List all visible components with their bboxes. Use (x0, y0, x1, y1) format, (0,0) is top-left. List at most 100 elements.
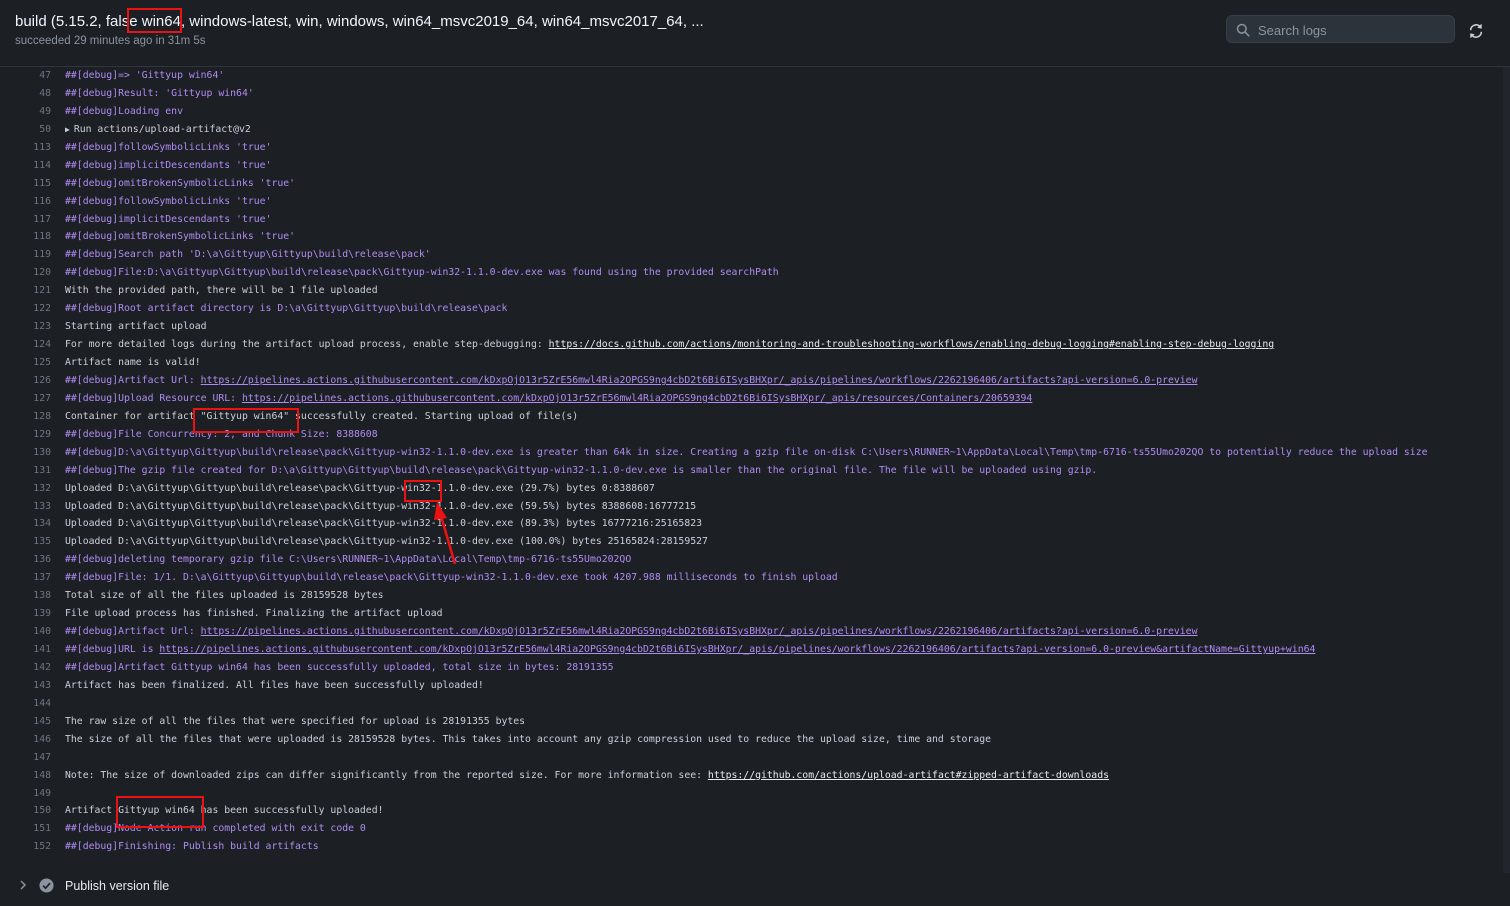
line-number[interactable]: 149 (0, 785, 51, 803)
line-number[interactable]: 113 (0, 139, 51, 157)
log-line: 120 ##[debug]File:D:\a\Gittyup\Gittyup\bu… (0, 264, 1510, 282)
log-message: The size of all the files that were uplo… (65, 733, 992, 745)
log-line: 147 (0, 749, 1510, 767)
log-text: ##[debug]=> 'Gittyup win64' (65, 67, 224, 85)
refresh-icon (1469, 23, 1483, 39)
line-number[interactable]: 126 (0, 372, 51, 390)
log-line: 132 Uploaded D:\a\Gittyup\Gittyup\build\r… (0, 480, 1510, 498)
check-circle-icon (39, 878, 54, 893)
log-text: Container for artifact "Gittyup win64" s… (65, 408, 578, 426)
line-number[interactable]: 122 (0, 300, 51, 318)
log-line: 135 Uploaded D:\a\Gittyup\Gittyup\build\r… (0, 533, 1510, 551)
line-number[interactable]: 138 (0, 587, 51, 605)
log-text: The size of all the files that were uplo… (65, 731, 991, 749)
line-number[interactable]: 130 (0, 444, 51, 462)
line-number[interactable]: 140 (0, 623, 51, 641)
log-message: ##[debug]URL is (65, 644, 160, 655)
log-message: With the provided path, there will be 1 … (65, 285, 378, 297)
line-number[interactable]: 127 (0, 390, 51, 408)
log-line: 114 ##[debug]implicitDescendants 'true' (0, 157, 1510, 175)
line-number[interactable]: 137 (0, 569, 51, 587)
log-text: Starting artifact upload (65, 318, 207, 336)
line-number[interactable]: 134 (0, 515, 51, 533)
log-line: 131 ##[debug]The gzip file created for D:… (0, 462, 1510, 480)
log-link[interactable]: https://docs.github.com/actions/monitori… (549, 339, 1274, 350)
log-line: 138 Total size of all the files uploaded … (0, 587, 1510, 605)
line-number[interactable]: 117 (0, 211, 51, 229)
log-link[interactable]: https://pipelines.actions.githubusercont… (201, 626, 1198, 637)
log-text: Uploaded D:\a\Gittyup\Gittyup\build\rele… (65, 515, 702, 533)
line-number[interactable]: 50 (0, 121, 51, 139)
line-number[interactable]: 151 (0, 820, 51, 838)
log-line[interactable]: 50 ▶ Run actions/upload-artifact@v2 (0, 121, 1510, 139)
line-number[interactable]: 124 (0, 336, 51, 354)
expand-triangle-icon[interactable]: ▶ (65, 125, 70, 134)
log-message: Run actions/upload-artifact@v2 (73, 123, 251, 135)
line-number[interactable]: 49 (0, 103, 51, 121)
log-message: ##[debug]The gzip file created for D:\a\… (65, 464, 1098, 476)
log-text: ##[debug]D:\a\Gittyup\Gittyup\build\rele… (65, 444, 1428, 462)
log-text: Artifact has been finalized. All files h… (65, 677, 484, 695)
log-message: ##[debug]Root artifact directory is D:\a… (65, 303, 508, 315)
job-title: build (5.15.2, false win64, windows-late… (15, 13, 704, 30)
line-number[interactable]: 125 (0, 354, 51, 372)
line-number[interactable]: 123 (0, 318, 51, 336)
line-number[interactable]: 148 (0, 767, 51, 785)
line-number[interactable]: 131 (0, 462, 51, 480)
line-number[interactable]: 120 (0, 264, 51, 282)
line-number[interactable]: 133 (0, 498, 51, 516)
line-number[interactable]: 146 (0, 731, 51, 749)
log-message: File upload process has finished. Finali… (65, 608, 443, 620)
line-number[interactable]: 115 (0, 175, 51, 193)
log-message: ##[debug]followSymbolicLinks 'true' (65, 141, 272, 153)
line-number[interactable]: 48 (0, 85, 51, 103)
chevron-right-icon[interactable] (18, 879, 28, 891)
line-number[interactable]: 129 (0, 426, 51, 444)
line-number[interactable]: 136 (0, 551, 51, 569)
log-link[interactable]: https://pipelines.actions.githubusercont… (201, 375, 1198, 386)
line-number[interactable]: 128 (0, 408, 51, 426)
line-number[interactable]: 121 (0, 282, 51, 300)
line-number[interactable]: 119 (0, 246, 51, 264)
log-message: Artifact Gittyup win64 has been successf… (65, 805, 384, 817)
scrollbar[interactable] (1503, 67, 1510, 873)
log-text: ##[debug]deleting temporary gzip file C:… (65, 551, 631, 569)
line-number[interactable]: 144 (0, 695, 51, 713)
line-number[interactable]: 145 (0, 713, 51, 731)
line-number[interactable]: 132 (0, 480, 51, 498)
line-number[interactable]: 147 (0, 749, 51, 767)
log-line: 141 ##[debug]URL is https://pipelines.act… (0, 641, 1510, 659)
line-number[interactable]: 116 (0, 193, 51, 211)
log-line: 47 ##[debug]=> 'Gittyup win64' (0, 67, 1510, 85)
search-logs-input[interactable] (1256, 20, 1450, 40)
log-message: ##[debug]implicitDescendants 'true' (65, 159, 272, 171)
search-box[interactable] (1226, 15, 1455, 43)
log-text: ##[debug]omitBrokenSymbolicLinks 'true' (65, 228, 295, 246)
line-number[interactable]: 152 (0, 838, 51, 856)
line-number[interactable]: 114 (0, 157, 51, 175)
log-line: 149 (0, 785, 1510, 803)
log-line: 134 Uploaded D:\a\Gittyup\Gittyup\build\r… (0, 515, 1510, 533)
log-text: ##[debug]Result: 'Gittyup win64' (65, 85, 254, 103)
line-number[interactable]: 135 (0, 533, 51, 551)
log-text: ##[debug]implicitDescendants 'true' (65, 211, 271, 229)
line-number[interactable]: 141 (0, 641, 51, 659)
line-number[interactable]: 142 (0, 659, 51, 677)
refresh-button[interactable] (1467, 22, 1485, 40)
line-number[interactable]: 47 (0, 67, 51, 85)
log-text: ##[debug]Loading env (65, 103, 183, 121)
line-number[interactable]: 143 (0, 677, 51, 695)
log-message: Note: The size of downloaded zips can di… (65, 769, 708, 781)
log-line: 118 ##[debug]omitBrokenSymbolicLinks 'tru… (0, 228, 1510, 246)
line-number[interactable]: 150 (0, 802, 51, 820)
line-number[interactable]: 118 (0, 228, 51, 246)
log-message: Artifact has been finalized. All files h… (65, 679, 484, 691)
log-text: The raw size of all the files that were … (65, 713, 525, 731)
log-link[interactable]: https://pipelines.actions.githubusercont… (242, 393, 1032, 404)
log-link[interactable]: https://github.com/actions/upload-artifa… (708, 770, 1109, 781)
log-text: File upload process has finished. Finali… (65, 605, 443, 623)
log-link[interactable]: https://pipelines.actions.githubusercont… (159, 644, 1315, 655)
log-message: ##[debug]Loading env (65, 105, 183, 117)
step-publish-version-file[interactable]: Publish version file (0, 873, 1510, 899)
line-number[interactable]: 139 (0, 605, 51, 623)
